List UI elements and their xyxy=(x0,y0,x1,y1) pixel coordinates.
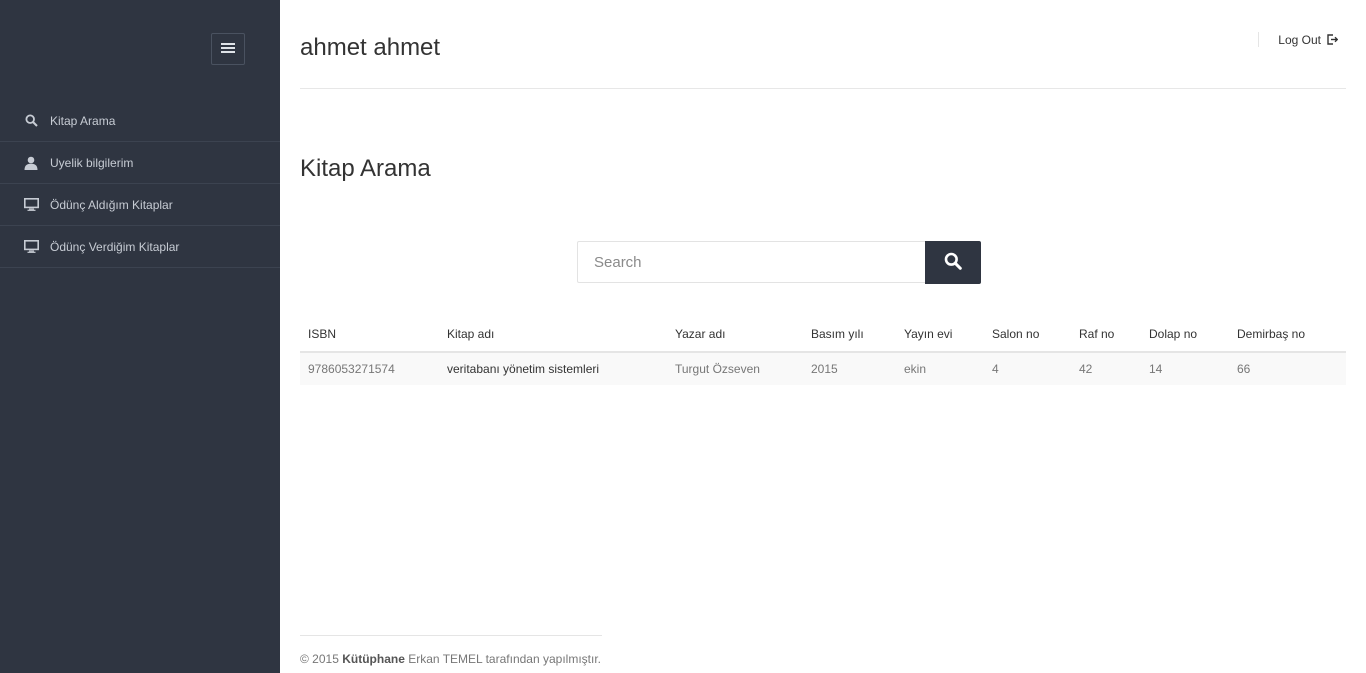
search-button[interactable] xyxy=(925,241,981,284)
sidebar-item-label: Ödünç Aldığım Kitaplar xyxy=(50,197,173,212)
sidebar-item-odunc-verdigim[interactable]: Ödünç Verdiğim Kitaplar xyxy=(0,226,280,268)
footer: © 2015 Kütüphane Erkan TEMEL tarafından … xyxy=(300,635,602,666)
sidebar-item-label: Kitap Arama xyxy=(50,113,116,128)
logout-label: Log Out xyxy=(1278,32,1321,47)
sidebar-item-kitap-arama[interactable]: Kitap Arama xyxy=(0,100,280,142)
footer-copyright: © 2015 xyxy=(300,652,339,666)
logout-link[interactable]: Log Out xyxy=(1258,32,1338,47)
footer-brand: Kütüphane xyxy=(342,652,405,666)
results-table: ISBN Kitap adı Yazar adı Basım yılı Yayı… xyxy=(300,316,1346,385)
sidebar-item-label: Ödünç Verdiğim Kitaplar xyxy=(50,239,180,254)
cell-yayin-evi: ekin xyxy=(896,352,984,385)
cell-demirbas-no: 66 xyxy=(1229,352,1346,385)
column-header-kitap-adi: Kitap adı xyxy=(439,316,667,353)
menu-toggle-button[interactable] xyxy=(211,33,245,65)
sidebar: Kitap Arama Uyelik bilgilerim Ödünç Aldı… xyxy=(0,0,280,673)
column-header-dolap-no: Dolap no xyxy=(1141,316,1229,353)
column-header-isbn: ISBN xyxy=(300,316,439,353)
table-header-row: ISBN Kitap adı Yazar adı Basım yılı Yayı… xyxy=(300,316,1346,353)
column-header-yayin-evi: Yayın evi xyxy=(896,316,984,353)
page-title: Kitap Arama xyxy=(300,155,431,182)
cell-salon-no: 4 xyxy=(984,352,1071,385)
column-header-basim-yili: Basım yılı xyxy=(803,316,896,353)
sidebar-item-odunc-aldigim[interactable]: Ödünç Aldığım Kitaplar xyxy=(0,184,280,226)
column-header-raf-no: Raf no xyxy=(1071,316,1141,353)
main-content: ahmet ahmet Log Out Kitap Arama Search I… xyxy=(300,0,1346,673)
cell-kitap-adi: veritabanı yönetim sistemleri xyxy=(439,352,667,385)
column-header-yazar-adi: Yazar adı xyxy=(667,316,803,353)
user-name: ahmet ahmet xyxy=(300,34,441,61)
search-input[interactable] xyxy=(577,241,925,283)
footer-credit: Erkan TEMEL tarafından yapılmıştır. xyxy=(408,652,601,666)
hamburger-icon xyxy=(221,40,235,58)
user-icon xyxy=(23,155,39,171)
cell-basim-yili: 2015 xyxy=(803,352,896,385)
column-header-salon-no: Salon no xyxy=(984,316,1071,353)
cell-dolap-no: 14 xyxy=(1141,352,1229,385)
search-bar xyxy=(577,241,981,284)
search-icon xyxy=(23,113,39,129)
cell-isbn: 9786053271574 xyxy=(300,352,439,385)
cell-yazar-adi: Turgut Özseven xyxy=(667,352,803,385)
sidebar-item-label: Uyelik bilgilerim xyxy=(50,155,134,170)
header-divider xyxy=(300,88,1346,89)
monitor-icon xyxy=(23,197,39,213)
monitor-icon xyxy=(23,239,39,255)
sidebar-item-uyelik-bilgilerim[interactable]: Uyelik bilgilerim xyxy=(0,142,280,184)
logout-icon xyxy=(1327,34,1338,45)
cell-raf-no: 42 xyxy=(1071,352,1141,385)
column-header-demirbas-no: Demirbaş no xyxy=(1229,316,1346,353)
search-icon xyxy=(944,252,962,273)
table-row[interactable]: 9786053271574 veritabanı yönetim sisteml… xyxy=(300,352,1346,385)
sidebar-nav: Kitap Arama Uyelik bilgilerim Ödünç Aldı… xyxy=(0,100,280,268)
